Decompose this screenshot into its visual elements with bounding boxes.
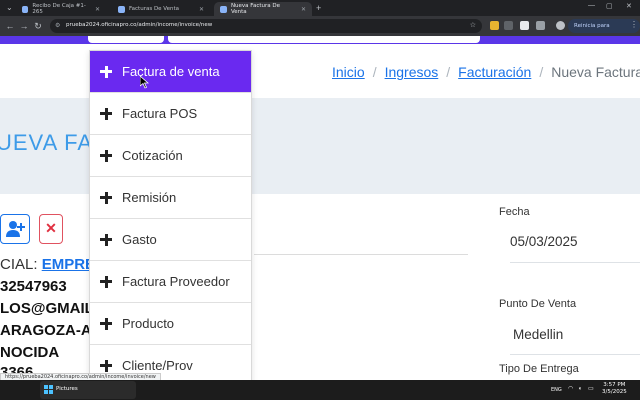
breadcrumb: Inicio / Ingresos / Facturación / Nueva Factur… — [332, 64, 640, 80]
breadcrumb-separator: / — [446, 64, 451, 80]
favicon-icon — [22, 5, 29, 13]
menu-item-gasto[interactable]: Gasto — [90, 219, 251, 261]
menu-item-label: Gasto — [122, 232, 157, 247]
plus-icon — [100, 317, 112, 330]
client-email: LOS@GMAIL. — [0, 300, 98, 317]
close-tab-icon[interactable]: ✕ — [95, 6, 100, 13]
menu-item-label: Remisión — [122, 190, 177, 205]
site-info-icon[interactable]: ⚙ — [55, 22, 60, 29]
field-divider — [510, 262, 640, 263]
forward-icon[interactable]: → — [18, 20, 30, 32]
field-divider — [510, 354, 640, 355]
back-icon[interactable]: ← — [4, 20, 16, 32]
tab-search-icon[interactable]: ⌄ — [6, 3, 13, 12]
menu-item-factura-venta[interactable]: Factura de venta — [90, 51, 251, 93]
clock-time: 3:57 PM — [603, 382, 626, 388]
browser-tabstrip: ⌄ Recibo De Caja #1-265 ✕ Facturas De Ve… — [0, 0, 640, 16]
menu-item-cotizacion[interactable]: Cotización — [90, 135, 251, 177]
minimize-icon[interactable]: — — [588, 2, 595, 9]
volume-icon[interactable]: ◖ — [578, 386, 585, 393]
plus-icon — [100, 359, 112, 372]
profile-avatar-icon[interactable] — [556, 21, 565, 30]
field-divider — [254, 254, 468, 255]
browser-menu-icon[interactable]: ⋮ — [630, 20, 638, 29]
tab-label: Nueva Factura De Venta — [230, 3, 280, 15]
taskbar-app-label: Pictures — [56, 386, 78, 392]
header-search-input[interactable] — [168, 36, 480, 43]
client-nit: 32547963 — [0, 278, 67, 295]
plus-icon — [100, 233, 112, 246]
tab-label: Recibo De Caja #1-265 — [32, 3, 86, 15]
browser-toolbar: ← → ↻ ⚙ prueba2024.oficinapro.co/admin/i… — [0, 16, 640, 43]
favicon-icon — [220, 5, 227, 13]
menu-item-label: Cotización — [122, 148, 183, 163]
plus-icon — [100, 149, 112, 162]
punto-venta-label: Punto De Venta — [499, 298, 577, 310]
taskbar-app-pictures[interactable] — [40, 381, 136, 399]
breadcrumb-current: Nueva Factura De — [551, 64, 640, 80]
os-taskbar: Pictures ENG ◠ ◖ ▭ 3:57 PM 3/5/2025 — [0, 380, 640, 400]
breadcrumb-separator: / — [539, 64, 544, 80]
breadcrumb-inicio[interactable]: Inicio — [332, 64, 365, 80]
menu-item-label: Cliente/Prov — [122, 358, 193, 373]
new-tab-icon[interactable]: + — [316, 3, 321, 13]
breadcrumb-facturacion[interactable]: Facturación — [458, 64, 531, 80]
url-text: prueba2024.oficinapro.co/admin/income/in… — [66, 22, 213, 28]
breadcrumb-separator: / — [372, 64, 377, 80]
tab-nueva-factura[interactable]: Nueva Factura De Venta ✕ — [214, 2, 312, 16]
windows-start-icon[interactable] — [44, 385, 53, 394]
battery-icon[interactable]: ▭ — [588, 386, 595, 393]
extensions-puzzle-icon[interactable] — [536, 21, 545, 30]
close-tab-icon[interactable]: ✕ — [301, 6, 306, 13]
bookmark-star-icon[interactable]: ☆ — [470, 21, 476, 29]
extension-icon[interactable] — [490, 21, 499, 30]
menu-item-label: Factura de venta — [122, 64, 220, 79]
create-menu-dropdown: Factura de venta Factura POS Cotización … — [89, 50, 252, 380]
add-client-button[interactable] — [0, 214, 30, 244]
menu-item-label: Factura Proveedor — [122, 274, 230, 289]
punto-venta-select[interactable]: Medellin — [513, 327, 563, 342]
tipo-entrega-label: Tipo De Entrega — [499, 363, 579, 375]
extension-icon[interactable] — [504, 21, 513, 30]
web-page: Inicio / Ingresos / Facturación / Nueva Factur… — [0, 36, 640, 380]
menu-item-remision[interactable]: Remisión — [90, 177, 251, 219]
tab-recibo[interactable]: Recibo De Caja #1-265 ✕ — [16, 2, 106, 16]
plus-icon — [100, 191, 112, 204]
plus-icon — [100, 65, 112, 78]
tab-label: Facturas De Venta — [129, 6, 180, 12]
language-indicator[interactable]: ENG — [551, 387, 562, 393]
add-user-icon — [6, 221, 25, 237]
maximize-icon[interactable]: ▢ — [606, 2, 613, 10]
plus-icon — [100, 275, 112, 288]
menu-item-label: Factura POS — [122, 106, 198, 121]
tab-facturas[interactable]: Facturas De Venta ✕ — [112, 2, 210, 16]
close-icon: ✕ — [45, 220, 57, 236]
mouse-pointer-icon — [140, 76, 149, 89]
clock-date: 3/5/2025 — [602, 389, 627, 395]
header-select[interactable] — [88, 36, 164, 43]
menu-item-factura-pos[interactable]: Factura POS — [90, 93, 251, 135]
taskbar-clock[interactable]: 3:57 PM 3/5/2025 — [602, 382, 627, 396]
client-social-label: CIAL: — [0, 256, 42, 273]
address-bar[interactable]: ⚙ prueba2024.oficinapro.co/admin/income/… — [50, 19, 482, 33]
wifi-icon[interactable]: ◠ — [568, 386, 575, 393]
remove-client-button[interactable]: ✕ — [39, 214, 63, 244]
client-regime: NOCIDA — [0, 344, 60, 361]
menu-item-producto[interactable]: Producto — [90, 303, 251, 345]
menu-item-label: Producto — [122, 316, 175, 331]
app-header-bar — [0, 36, 640, 44]
close-window-icon[interactable]: ✕ — [626, 2, 632, 10]
breadcrumb-ingresos[interactable]: Ingresos — [385, 64, 439, 80]
fecha-input[interactable]: 05/03/2025 — [510, 234, 578, 249]
reload-icon[interactable]: ↻ — [32, 20, 44, 32]
close-tab-icon[interactable]: ✕ — [199, 6, 204, 13]
menu-item-factura-proveedor[interactable]: Factura Proveedor — [90, 261, 251, 303]
favicon-icon — [118, 5, 125, 13]
fecha-label: Fecha — [499, 206, 530, 218]
extension-icon[interactable] — [520, 21, 529, 30]
plus-icon — [100, 107, 112, 120]
